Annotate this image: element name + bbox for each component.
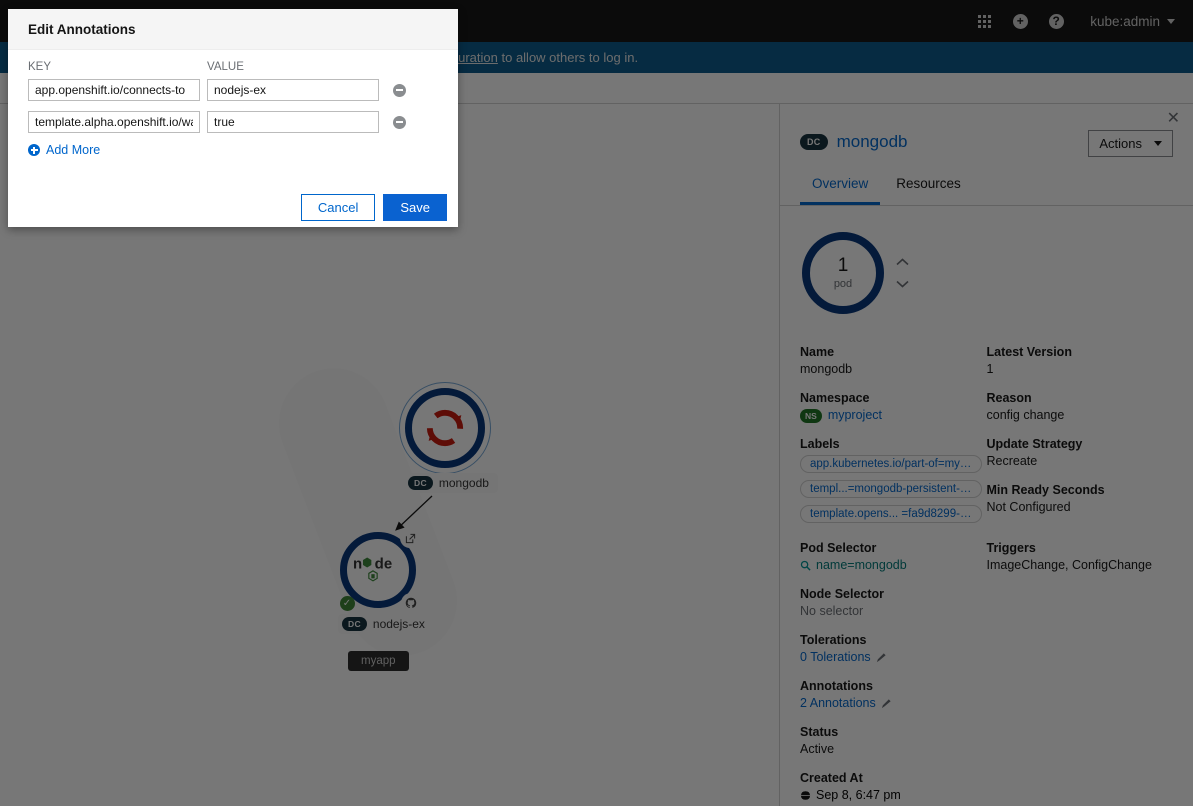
key-column-header: KEY (28, 61, 52, 73)
annotation-value-input-1[interactable] (207, 111, 379, 133)
cancel-button[interactable]: Cancel (300, 194, 376, 221)
remove-annotation-button-1[interactable] (393, 115, 406, 129)
annotation-row (28, 79, 438, 101)
add-more-button[interactable]: Add More (28, 143, 438, 157)
save-button[interactable]: Save (383, 194, 447, 221)
remove-annotation-button-0[interactable] (393, 83, 406, 97)
annotation-key-input-1[interactable] (28, 111, 200, 133)
minus-circle-icon (396, 121, 403, 123)
annotation-key-input-0[interactable] (28, 79, 200, 101)
edit-annotations-modal: Edit Annotations KEY VALUE app.openshift… (8, 9, 458, 227)
modal-footer: Cancel Save (300, 194, 447, 221)
annotation-row (28, 111, 438, 133)
add-more-label: Add More (46, 143, 101, 157)
column-headers: KEY VALUE (28, 61, 438, 73)
minus-circle-icon (396, 89, 403, 91)
modal-title: Edit Annotations (8, 9, 458, 50)
annotation-value-input-0[interactable] (207, 79, 379, 101)
modal-body: KEY VALUE Add More (8, 50, 458, 157)
openshift-console: + ? kube:admin iguration to allow others… (0, 0, 1193, 806)
plus-circle-icon (28, 144, 40, 156)
value-column-header: VALUE (207, 61, 244, 73)
